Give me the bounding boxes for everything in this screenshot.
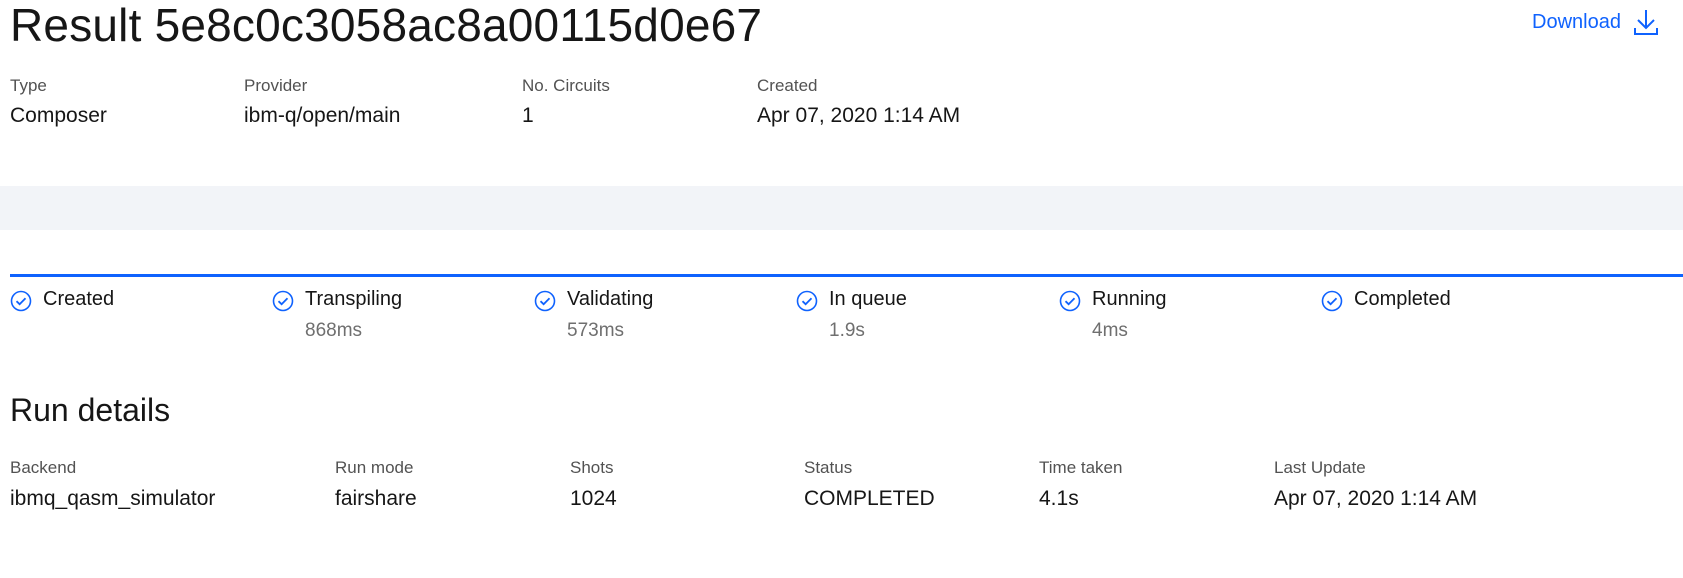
step-time: 4ms [1092,320,1128,341]
run-details-title: Run details [10,392,171,428]
step-time: 573ms [567,320,625,341]
step-label: Transpiling [305,288,403,310]
check-circle-icon [796,290,818,312]
detail-value: 4.1s [1039,487,1079,510]
detail-shots: Shots 1024 [570,458,617,511]
download-icon [1634,10,1658,35]
status-value: COMPLETED [804,487,935,510]
detail-last-update: Last Update Apr 07, 2020 1:14 AM [1274,458,1477,511]
check-circle-icon [1059,290,1081,312]
detail-label: Last Update [1274,458,1366,477]
meta-created-value: Apr 07, 2020 1:14 AM [757,104,961,127]
meta-provider-value: ibm-q/open/main [244,104,401,127]
detail-label: Time taken [1039,458,1123,477]
meta-circuits-value: 1 [522,104,534,127]
meta-circuits-label: No. Circuits [522,76,610,95]
check-circle-icon [10,290,32,312]
progress-line [10,274,1683,277]
detail-run-mode: Run mode fairshare [335,458,417,511]
check-circle-icon [272,290,294,312]
detail-value: 1024 [570,487,617,510]
detail-status: Status COMPLETED [804,458,935,511]
step-label: Validating [567,288,654,310]
detail-label: Shots [570,458,614,477]
step-label: In queue [829,288,907,310]
meta-provider: Provider ibm-q/open/main [244,76,400,128]
detail-value: Apr 07, 2020 1:14 AM [1274,487,1478,510]
download-button[interactable]: Download [1532,8,1659,36]
detail-label: Status [804,458,853,477]
tab-band [0,186,1683,230]
detail-label: Run mode [335,458,414,477]
step-label: Running [1092,288,1167,310]
check-circle-icon [1321,290,1343,312]
detail-time-taken: Time taken 4.1s [1039,458,1122,511]
detail-label: Backend [10,458,77,477]
meta-type-value: Composer [10,104,107,127]
step-time: 1.9s [829,320,865,341]
detail-value: ibmq_qasm_simulator [10,487,216,510]
step-label: Created [43,288,115,310]
meta-circuits: No. Circuits 1 [522,76,610,128]
result-header: Result 5e8c0c3058ac8a00115d0e67 Download… [0,0,1683,186]
meta-created-label: Created [757,76,818,95]
step-time: 868ms [305,320,363,341]
check-circle-icon [534,290,556,312]
page-title: Result 5e8c0c3058ac8a00115d0e67 [10,0,763,51]
meta-provider-label: Provider [244,76,308,95]
detail-backend: Backend ibmq_qasm_simulator [10,458,215,511]
step-label: Completed [1354,288,1451,310]
detail-value: fairshare [335,487,417,510]
meta-type: Type Composer [10,76,107,128]
meta-type-label: Type [10,76,47,95]
download-label: Download [1532,10,1621,33]
meta-created: Created Apr 07, 2020 1:14 AM [757,76,960,128]
